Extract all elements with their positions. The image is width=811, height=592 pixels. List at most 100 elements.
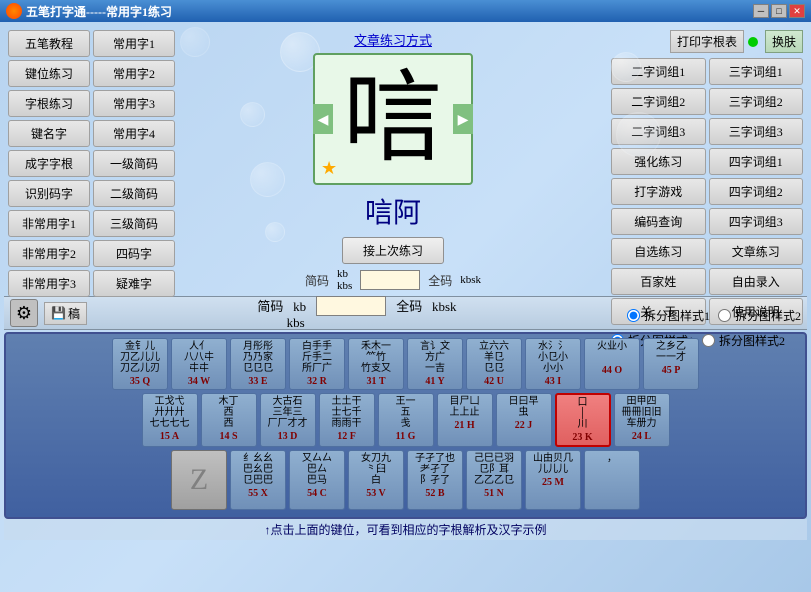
minimize-button[interactable]: ─ bbox=[753, 4, 769, 18]
key-b[interactable]: 子孑了也⺹孑了阝孑了 52 B bbox=[407, 450, 463, 510]
left-menu: 五笔教程常用字1键位练习常用字2字根练习常用字3键名字常用字4成字字根一级简码识… bbox=[4, 26, 179, 296]
key-e[interactable]: 月彤彤乃乃家㔾㔾㔾 33 E bbox=[230, 338, 286, 390]
split-style-1b-radio[interactable] bbox=[627, 309, 640, 322]
right-menu-item-7[interactable]: 四字词组1 bbox=[709, 148, 804, 175]
key-m[interactable]: 山由贝几儿儿儿 25 M bbox=[525, 450, 581, 510]
settings-icon[interactable]: ⚙ bbox=[10, 299, 38, 327]
key-f[interactable]: 土土干士七千雨雨干 12 F bbox=[319, 393, 375, 447]
close-button[interactable]: ✕ bbox=[789, 4, 805, 18]
left-menu-item-12[interactable]: 非常用字1 bbox=[8, 210, 90, 237]
key-x[interactable]: 纟幺幺巴幺巴㔾巴巴 55 X bbox=[230, 450, 286, 510]
split-style-2-radio[interactable] bbox=[702, 334, 715, 347]
top-section: 五笔教程常用字1键位练习常用字2字根练习常用字3键名字常用字4成字字根一级简码识… bbox=[4, 26, 807, 296]
full-code-display: 全码 kbsk bbox=[396, 296, 456, 331]
key-y[interactable]: 言讠文方广一吉 41 Y bbox=[407, 338, 463, 390]
key-p[interactable]: 之乡乙一一才 45 P bbox=[643, 338, 699, 390]
right-menu-item-13[interactable]: 文章练习 bbox=[709, 238, 804, 265]
key-s[interactable]: 木丁西西 14 S bbox=[201, 393, 257, 447]
right-menu-item-3[interactable]: 三字词组2 bbox=[709, 88, 804, 115]
left-menu-item-0[interactable]: 五笔教程 bbox=[8, 30, 90, 57]
key-w[interactable]: 人亻八八㐄㐄㐄 34 W bbox=[171, 338, 227, 390]
code-input-main[interactable] bbox=[316, 296, 386, 316]
green-indicator bbox=[748, 37, 758, 47]
left-menu-item-11[interactable]: 二级简码 bbox=[93, 180, 175, 207]
left-menu-item-1[interactable]: 常用字1 bbox=[93, 30, 175, 57]
title-text: 五笔打字通-----常用字1练习 bbox=[26, 3, 172, 20]
split-style-2-label: 拆分图样式2 bbox=[719, 332, 785, 349]
bubble-decoration bbox=[180, 27, 210, 57]
key-n[interactable]: 己巳已羽㔾阝耳乙乙乙㔾 51 N bbox=[466, 450, 522, 510]
key-l[interactable]: 田甲四冊冊旧旧车册力 24 L bbox=[614, 393, 670, 447]
chapter-link[interactable]: 文章练习方式 bbox=[354, 30, 432, 49]
right-menu-item-11[interactable]: 四字词组3 bbox=[709, 208, 804, 235]
split-style-2b-label: 拆分图样式2 bbox=[735, 307, 801, 324]
key-z[interactable]: Z bbox=[171, 450, 227, 510]
left-menu-item-8[interactable]: 成字字根 bbox=[8, 150, 90, 177]
right-menu-item-14[interactable]: 百家姓 bbox=[611, 268, 706, 295]
right-menu-item-8[interactable]: 打字游戏 bbox=[611, 178, 706, 205]
simple-code-value: kbkbs bbox=[337, 268, 352, 292]
maximize-button[interactable]: □ bbox=[771, 4, 787, 18]
key-t[interactable]: 禾木一⺮竹竹支又 31 T bbox=[348, 338, 404, 390]
code-row: 简码 kbkbs 全码 kbsk bbox=[305, 268, 481, 292]
char-display: 唁 bbox=[343, 69, 443, 169]
right-menu-item-15[interactable]: 自由录入 bbox=[709, 268, 804, 295]
right-menu-item-5[interactable]: 三字词组3 bbox=[709, 118, 804, 145]
split-style-1b-label: 拆分图样式1 bbox=[644, 307, 710, 324]
left-menu-item-9[interactable]: 一级简码 bbox=[93, 150, 175, 177]
swap-skin-button[interactable]: 换肤 bbox=[765, 30, 803, 53]
key-u[interactable]: 立六六羊㔾㔾㔾 42 U bbox=[466, 338, 522, 390]
right-menu-item-10[interactable]: 编码查询 bbox=[611, 208, 706, 235]
key-row-2: 工戈弋廾廾廾七七七七 15 A 木丁西西 14 S 大古石三年三厂厂才才 13 … bbox=[10, 393, 801, 447]
app-icon bbox=[6, 3, 22, 19]
char-display-area: ◀ 唁 ▶ ★ bbox=[313, 53, 473, 185]
key-q[interactable]: 金钅儿刀乙儿儿刀乙儿刃 35 Q bbox=[112, 338, 168, 390]
save-button[interactable]: 💾 稿 bbox=[44, 302, 87, 325]
right-menu-item-1[interactable]: 三字词组1 bbox=[709, 58, 804, 85]
bubble-decoration bbox=[250, 162, 285, 197]
right-menu-item-12[interactable]: 自选练习 bbox=[611, 238, 706, 265]
full-code-label: 全码 bbox=[428, 272, 452, 289]
key-v[interactable]: 女刀九⺀臼白 53 V bbox=[348, 450, 404, 510]
bubble-decoration bbox=[240, 102, 265, 127]
key-a[interactable]: 工戈弋廾廾廾七七七七 15 A bbox=[142, 393, 198, 447]
practice-button[interactable]: 接上次练习 bbox=[342, 237, 444, 264]
prev-char-button[interactable]: ◀ bbox=[313, 104, 333, 134]
left-menu-item-4[interactable]: 字根练习 bbox=[8, 90, 90, 117]
right-menu-item-9[interactable]: 四字词组2 bbox=[709, 178, 804, 205]
bubble-decoration bbox=[265, 222, 285, 242]
left-menu-item-5[interactable]: 常用字3 bbox=[93, 90, 175, 117]
left-menu-item-16[interactable]: 非常用字3 bbox=[8, 270, 90, 297]
key-g[interactable]: 王一五戋 11 G bbox=[378, 393, 434, 447]
left-menu-item-14[interactable]: 非常用字2 bbox=[8, 240, 90, 267]
left-menu-item-2[interactable]: 键位练习 bbox=[8, 60, 90, 87]
left-menu-item-15[interactable]: 四码字 bbox=[93, 240, 175, 267]
key-i[interactable]: 水氵氵小㔾小小小 43 I bbox=[525, 338, 581, 390]
simple-code-display: 简码 kb kbs bbox=[257, 296, 306, 331]
split-style-2b-radio[interactable] bbox=[718, 309, 731, 322]
key-k[interactable]: 口│川 23 K bbox=[555, 393, 611, 447]
key-j[interactable]: 日曰早虫 22 J bbox=[496, 393, 552, 447]
char-reading: 唁阿 bbox=[365, 191, 421, 231]
key-r[interactable]: 白手手斤手二所厂广 32 R bbox=[289, 338, 345, 390]
key-c[interactable]: 又厶厶巴厶巴马 54 C bbox=[289, 450, 345, 510]
key-o[interactable]: 火业小 44 O bbox=[584, 338, 640, 390]
left-menu-item-13[interactable]: 三级简码 bbox=[93, 210, 175, 237]
radio-section-right: 拆分图样式1 拆分图样式2 bbox=[627, 307, 801, 324]
main-area: 五笔教程常用字1键位练习常用字2字根练习常用字3键名字常用字4成字字根一级简码识… bbox=[0, 22, 811, 592]
left-menu-item-6[interactable]: 键名字 bbox=[8, 120, 90, 147]
right-menu-item-2[interactable]: 二字词组2 bbox=[611, 88, 706, 115]
left-menu-item-3[interactable]: 常用字2 bbox=[93, 60, 175, 87]
key-d[interactable]: 大古石三年三厂厂才才 13 D bbox=[260, 393, 316, 447]
next-char-button[interactable]: ▶ bbox=[453, 104, 473, 134]
bottom-tip: ↑点击上面的键位，可看到相应的字根解析及汉字示例 bbox=[4, 519, 807, 540]
key-h[interactable]: 目尸凵上上止 21 H bbox=[437, 393, 493, 447]
right-grid: 二字词组1三字词组1二字词组2三字词组2二字词组3三字词组3强化练习四字词组1打… bbox=[611, 58, 803, 325]
code-input[interactable] bbox=[360, 270, 420, 290]
title-bar: 五笔打字通-----常用字1练习 ─ □ ✕ bbox=[0, 0, 811, 22]
left-menu-item-10[interactable]: 识别码字 bbox=[8, 180, 90, 207]
print-button[interactable]: 打印字根表 bbox=[670, 30, 744, 53]
key-comma[interactable]: ， bbox=[584, 450, 640, 510]
left-menu-item-17[interactable]: 疑难字 bbox=[93, 270, 175, 297]
left-menu-item-7[interactable]: 常用字4 bbox=[93, 120, 175, 147]
